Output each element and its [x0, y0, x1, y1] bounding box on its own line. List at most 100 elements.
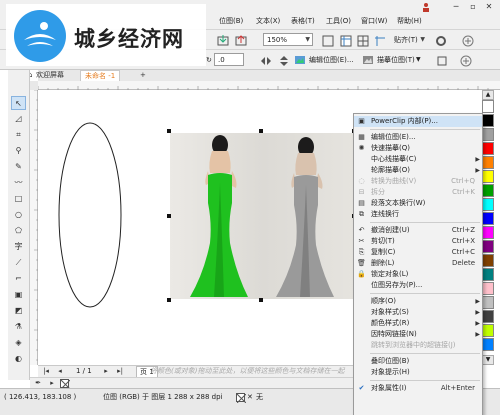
context-menu-item[interactable]: ✂ 剪切(T) Ctrl+X [354, 236, 482, 247]
context-menu-item[interactable]: ▤ 段落文本换行(W) [354, 198, 482, 209]
color-swatch[interactable] [482, 254, 494, 267]
polygon-tool-icon[interactable]: ⬠ [11, 224, 26, 238]
no-color-swatch[interactable] [60, 379, 71, 390]
ellipse-shape[interactable] [55, 120, 125, 310]
context-menu-item[interactable]: 位图另存为(P)... [354, 280, 482, 291]
context-menu-item[interactable]: 🗑 删除(L) Delete [354, 258, 482, 269]
menu-window[interactable]: 窗口(W) [361, 16, 387, 26]
palette-scroll-down-icon[interactable]: ▼ [482, 355, 494, 365]
drop-shadow-icon[interactable]: ▣ [11, 288, 26, 302]
new-tab-icon[interactable]: + [136, 70, 150, 81]
context-menu-item[interactable]: 颜色样式(R) ▶ [354, 318, 482, 329]
zoom-tool-icon[interactable]: ⚲ [11, 144, 26, 158]
selection-handle[interactable] [167, 214, 171, 218]
menu-bitmap[interactable]: 位图(B) [219, 16, 243, 26]
pick-tool-icon[interactable]: ↖ [11, 96, 26, 110]
horizontal-ruler[interactable] [37, 81, 500, 90]
selected-bitmap[interactable] [170, 133, 356, 299]
rectangle-tool-icon[interactable]: □ [11, 192, 26, 206]
palette-scroll-up-icon[interactable]: ▲ [482, 90, 494, 100]
context-menu-item[interactable]: ✔ 对象属性(I) Alt+Enter [354, 383, 482, 394]
color-swatch[interactable] [482, 128, 494, 141]
context-menu-item[interactable]: 因特网链接(N) ▶ [354, 329, 482, 340]
ruler-origin[interactable] [30, 81, 38, 90]
selection-handle[interactable] [167, 298, 171, 302]
menu-tools[interactable]: 工具(O) [326, 16, 351, 26]
color-swatch[interactable] [482, 268, 494, 281]
tab-untitled-1[interactable]: 未命名 -1 [80, 70, 121, 81]
grid-icon[interactable] [355, 33, 369, 47]
guidelines-icon[interactable] [372, 33, 386, 47]
color-swatch[interactable] [482, 184, 494, 197]
add-property-icon[interactable] [458, 53, 472, 67]
minimize-icon[interactable]: ─ [448, 2, 464, 14]
color-swatch[interactable] [482, 114, 494, 127]
export-icon[interactable] [233, 33, 247, 47]
snap-to-dropdown[interactable]: 贴齐(T) ▼ [390, 33, 428, 46]
eyedropper-tool-icon[interactable]: ⚗ [11, 320, 26, 334]
first-page-icon[interactable]: |◂ [40, 366, 52, 377]
resample-icon[interactable] [434, 53, 448, 67]
transparency-tool-icon[interactable]: ◩ [11, 304, 26, 318]
context-menu-item[interactable]: 🔒 锁定对象(L) [354, 269, 482, 280]
mirror-vertical-icon[interactable] [276, 53, 290, 67]
context-menu-item[interactable]: ▦ 编辑位图(E)... [354, 132, 482, 143]
edit-bitmap-button[interactable]: 编辑位图(E)... [294, 53, 356, 67]
context-menu-item[interactable]: 轮廓描摹(O) ▶ [354, 165, 482, 176]
next-page-icon[interactable]: ▸ [100, 366, 112, 377]
selection-handle[interactable] [259, 129, 263, 133]
last-page-icon[interactable]: ▸| [114, 366, 126, 377]
color-swatch[interactable] [482, 170, 494, 183]
restore-icon[interactable]: ▫ [465, 2, 481, 14]
color-swatch[interactable] [482, 240, 494, 253]
color-swatch[interactable] [482, 296, 494, 309]
selection-handle[interactable] [259, 298, 263, 302]
connector-tool-icon[interactable]: ⌐ [11, 272, 26, 286]
crop-tool-icon[interactable]: ⌗ [11, 128, 26, 142]
menu-table[interactable]: 表格(T) [291, 16, 315, 26]
color-swatch[interactable] [482, 198, 494, 211]
close-icon[interactable]: ✕ [481, 2, 497, 14]
color-swatch[interactable] [482, 282, 494, 295]
color-swatch[interactable] [482, 142, 494, 155]
add-icon[interactable] [460, 33, 474, 47]
menu-text[interactable]: 文本(X) [256, 16, 280, 26]
ellipse-tool-icon[interactable]: ○ [11, 208, 26, 222]
trace-bitmap-button[interactable]: 描摹位图(T) ▼ [362, 53, 422, 67]
selection-handle[interactable] [167, 129, 171, 133]
color-swatch[interactable] [482, 100, 494, 113]
color-swatch[interactable] [482, 212, 494, 225]
context-menu-item[interactable]: 对象提示(H) [354, 367, 482, 378]
color-swatch[interactable] [482, 324, 494, 337]
tab-welcome-screen[interactable]: 欢迎屏幕 [32, 70, 68, 81]
mirror-horizontal-icon[interactable] [258, 53, 272, 67]
rotation-angle-input[interactable]: .0 [214, 53, 244, 66]
color-swatch[interactable] [482, 156, 494, 169]
text-tool-icon[interactable]: 字 [11, 240, 26, 254]
import-icon[interactable] [215, 33, 229, 47]
color-swatch[interactable] [482, 338, 494, 351]
context-menu-item[interactable]: ↶ 撤消创建(U) Ctrl+Z [354, 225, 482, 236]
parallel-dimension-icon[interactable]: ⟋ [11, 256, 26, 270]
context-menu-item[interactable]: 中心线描摹(C) ▶ [354, 154, 482, 165]
menu-help[interactable]: 帮助(H) [397, 16, 422, 26]
context-menu-item[interactable]: ⧉ 连线换行 [354, 209, 482, 220]
shape-tool-icon[interactable]: ◿ [11, 112, 26, 126]
context-menu-item[interactable]: 顺序(O) ▶ [354, 296, 482, 307]
zoom-level-select[interactable]: 150% ▼ [263, 33, 313, 46]
vertical-ruler[interactable] [30, 89, 38, 365]
context-menu-item[interactable]: ▣ PowerClip 内部(P)... [354, 116, 482, 127]
context-menu-item[interactable]: 叠印位图(B) [354, 356, 482, 367]
color-swatch[interactable] [482, 226, 494, 239]
user-icon[interactable] [418, 2, 434, 14]
interactive-fill-icon[interactable]: ◈ [11, 336, 26, 350]
full-screen-icon[interactable] [320, 33, 334, 47]
smart-fill-icon[interactable]: ◐ [11, 352, 26, 366]
context-menu-item[interactable]: 对象样式(S) ▶ [354, 307, 482, 318]
options-icon[interactable] [433, 33, 447, 47]
freehand-tool-icon[interactable]: ✎ [11, 160, 26, 174]
artistic-media-icon[interactable]: 〰 [11, 176, 26, 190]
rulers-icon[interactable] [338, 33, 352, 47]
context-menu-item[interactable]: ⎘ 复制(C) Ctrl+C [354, 247, 482, 258]
previous-page-icon[interactable]: ◂ [54, 366, 66, 377]
